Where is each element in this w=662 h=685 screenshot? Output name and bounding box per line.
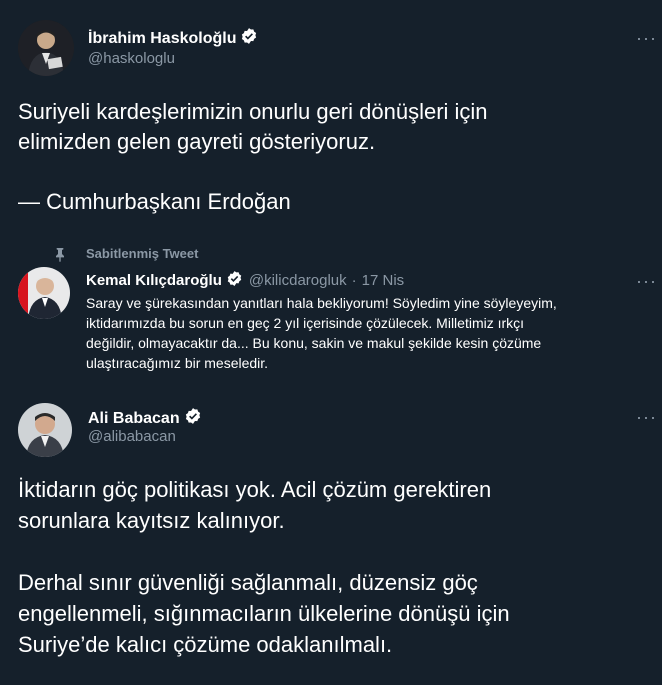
display-name-text: İbrahim Haskoloğlu (88, 29, 237, 47)
user-handle[interactable]: @haskologlu (88, 50, 175, 67)
display-name[interactable]: Kemal Kılıçdaroğlu @kilicdarogluk · 17 N… (86, 270, 404, 291)
avatar[interactable] (18, 267, 70, 319)
tweet-text: İktidarın göç politikası yok. Acil çözüm… (18, 477, 510, 657)
verified-badge-icon (184, 407, 202, 430)
tweet-haskologlu[interactable]: İbrahim Haskoloğlu @haskologlu ··· Suriy… (0, 0, 662, 235)
separator: · (351, 272, 357, 289)
more-horizontal-icon[interactable]: ··· (636, 272, 657, 290)
display-name-text: Kemal Kılıçdaroğlu (86, 272, 222, 289)
more-horizontal-icon[interactable]: ··· (636, 29, 657, 47)
more-horizontal-icon[interactable]: ··· (636, 408, 657, 426)
tweet-text: Suriyeli kardeşlerimizin onurlu geri dön… (18, 99, 488, 214)
pinned-label: Sabitlenmiş Tweet (86, 246, 199, 261)
pin-icon (52, 246, 68, 267)
tweet-alibabacan[interactable]: Ali Babacan @alibabacan ··· İktidarın gö… (0, 395, 662, 685)
verified-badge-icon (240, 27, 258, 50)
display-name[interactable]: İbrahim Haskoloğlu (88, 27, 258, 50)
user-handle[interactable]: @kilicdarogluk (249, 272, 347, 289)
tweet-kilicdarogluk[interactable]: Sabitlenmiş Tweet Kemal Kılıçdaroğlu @ki… (0, 235, 662, 395)
avatar[interactable] (18, 20, 74, 76)
display-name[interactable]: Ali Babacan (88, 407, 202, 430)
tweet-text: Saray ve şürekasından yanıtları hala bek… (86, 295, 557, 371)
avatar[interactable] (18, 403, 72, 457)
verified-badge-icon (226, 270, 243, 291)
display-name-text: Ali Babacan (88, 409, 180, 427)
user-handle[interactable]: @alibabacan (88, 428, 176, 445)
tweet-date[interactable]: 17 Nis (362, 272, 405, 289)
